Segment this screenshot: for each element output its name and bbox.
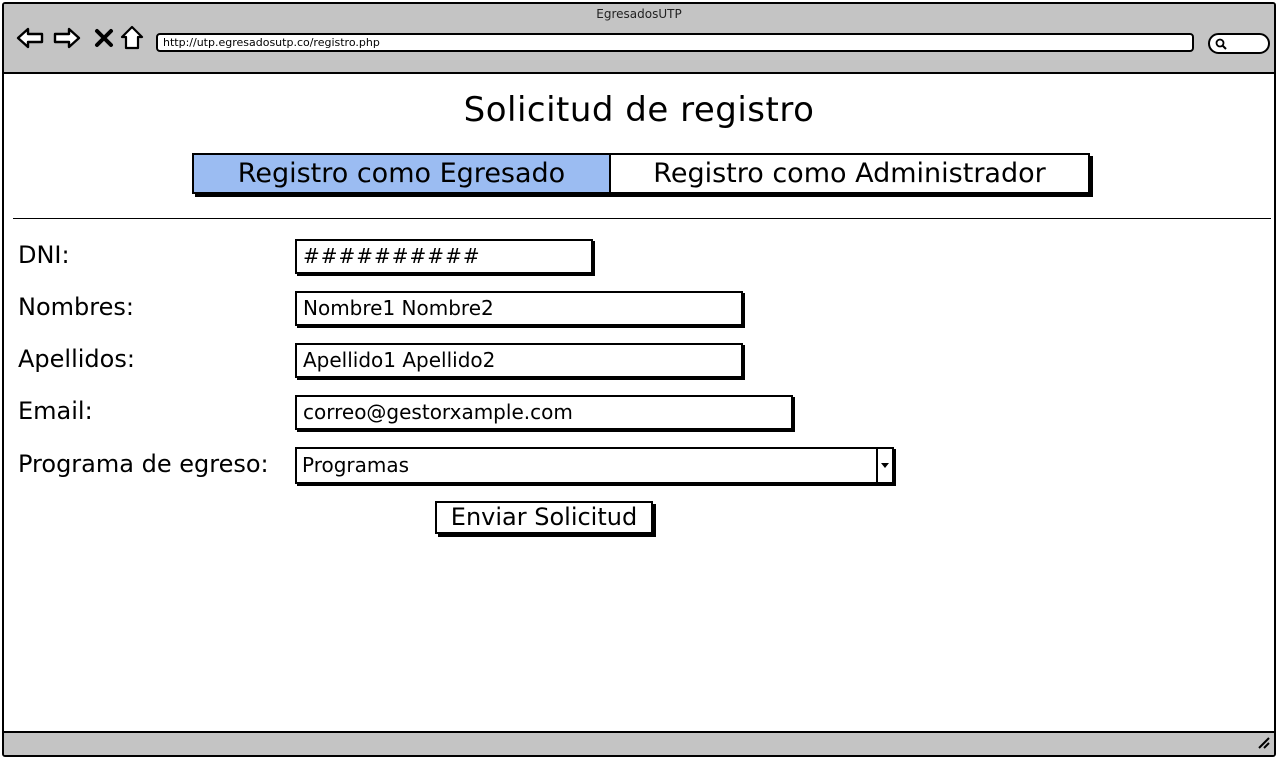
forward-arrow-icon[interactable] xyxy=(53,24,81,52)
apellidos-label: Apellidos: xyxy=(18,345,135,373)
window-title: EgresadosUTP xyxy=(596,7,682,21)
tab-registro-administrador[interactable]: Registro como Administrador xyxy=(611,155,1088,192)
status-bar xyxy=(4,731,1274,755)
send-request-button[interactable]: Enviar Solicitud xyxy=(435,501,653,534)
back-arrow-icon[interactable] xyxy=(16,24,44,52)
nombres-field[interactable]: Nombre1 Nombre2 xyxy=(295,291,743,326)
registration-tabs: Registro como Egresado Registro como Adm… xyxy=(192,153,1090,194)
email-label: Email: xyxy=(18,397,93,425)
search-icon xyxy=(1215,38,1227,50)
resize-grip-icon[interactable] xyxy=(1256,734,1270,753)
email-field[interactable]: correo@gestorxample.com xyxy=(295,395,793,430)
chevron-down-icon[interactable] xyxy=(876,449,892,482)
programa-label: Programa de egreso: xyxy=(18,450,269,478)
browser-toolbar: EgresadosUTP http://utp.egresadosutp.co/… xyxy=(4,4,1274,74)
url-bar[interactable]: http://utp.egresadosutp.co/registro.php xyxy=(156,33,1194,52)
dni-field[interactable]: ########## xyxy=(295,239,593,274)
programa-select[interactable]: Programas xyxy=(295,447,894,484)
close-icon[interactable] xyxy=(90,24,118,52)
nombres-label: Nombres: xyxy=(18,293,134,321)
apellidos-field[interactable]: Apellido1 Apellido2 xyxy=(295,343,743,378)
page-title: Solicitud de registro xyxy=(463,90,815,130)
dni-label: DNI: xyxy=(18,241,70,269)
section-divider xyxy=(13,218,1271,219)
tab-registro-egresado[interactable]: Registro como Egresado xyxy=(194,155,611,192)
programa-selected-value: Programas xyxy=(302,453,410,477)
home-icon[interactable] xyxy=(118,24,146,52)
browser-search-box[interactable] xyxy=(1208,33,1270,54)
browser-window: EgresadosUTP http://utp.egresadosutp.co/… xyxy=(2,2,1276,757)
